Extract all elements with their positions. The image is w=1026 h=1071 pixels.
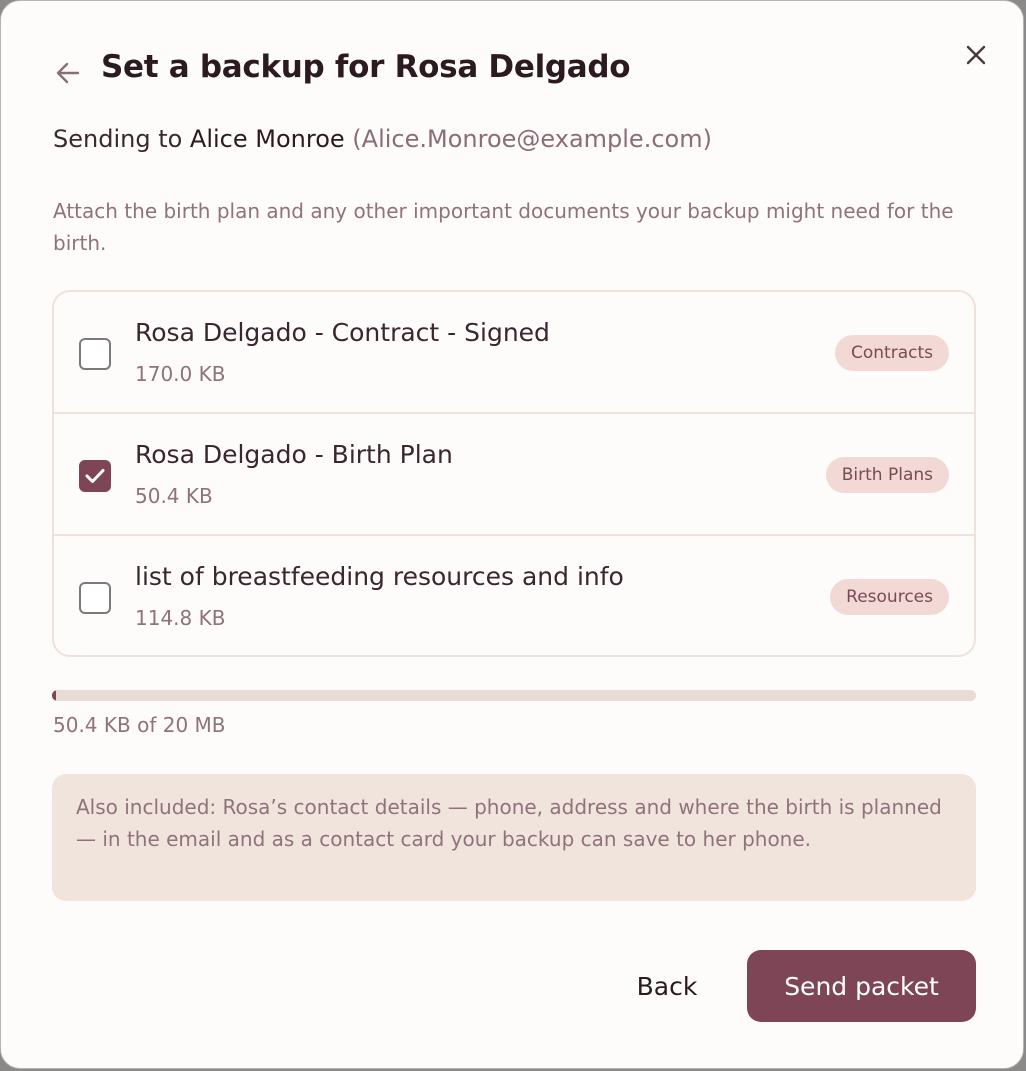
document-size: 50.4 KB — [135, 484, 213, 508]
category-badge: Birth Plans — [825, 457, 949, 493]
dialog-title: Set a backup for Rosa Delgado — [101, 49, 631, 85]
document-name: Rosa Delgado - Contract - Signed — [135, 318, 550, 347]
arrow-left-icon[interactable] — [55, 59, 81, 87]
document-checkbox[interactable] — [79, 460, 111, 492]
category-badge: Resources — [830, 579, 949, 615]
storage-progress-fill — [52, 690, 56, 701]
storage-usage-label: 50.4 KB of 20 MB — [53, 713, 226, 737]
recipient-name: Alice Monroe — [189, 125, 345, 153]
back-button[interactable]: Back — [613, 950, 721, 1022]
backup-dialog: Set a backup for Rosa Delgado Sending to… — [0, 0, 1024, 1069]
included-info-note: Also included: Rosa’s contact details — … — [52, 774, 976, 901]
checkmark-icon — [85, 469, 105, 483]
document-row[interactable]: Rosa Delgado - Contract - Signed 170.0 K… — [54, 292, 974, 414]
document-checkbox[interactable] — [79, 582, 111, 614]
document-name: Rosa Delgado - Birth Plan — [135, 440, 453, 469]
document-row[interactable]: list of breastfeeding resources and info… — [54, 536, 974, 655]
document-size: 170.0 KB — [135, 362, 226, 386]
document-checkbox[interactable] — [79, 338, 111, 370]
recipient-prefix: Sending to — [53, 125, 183, 153]
document-name: list of breastfeeding resources and info — [135, 562, 624, 591]
storage-progress-bar — [52, 690, 976, 701]
instructions-text: Attach the birth plan and any other impo… — [53, 199, 954, 255]
document-row[interactable]: Rosa Delgado - Birth Plan 50.4 KB Birth … — [54, 414, 974, 536]
recipient-email: (Alice.Monroe@example.com) — [352, 125, 712, 153]
recipient-line: Sending to Alice Monroe (Alice.Monroe@ex… — [53, 125, 712, 153]
category-badge: Contracts — [835, 335, 949, 371]
send-packet-button[interactable]: Send packet — [747, 950, 976, 1022]
close-icon[interactable] — [962, 41, 990, 69]
document-list: Rosa Delgado - Contract - Signed 170.0 K… — [52, 290, 976, 657]
document-size: 114.8 KB — [135, 606, 226, 630]
